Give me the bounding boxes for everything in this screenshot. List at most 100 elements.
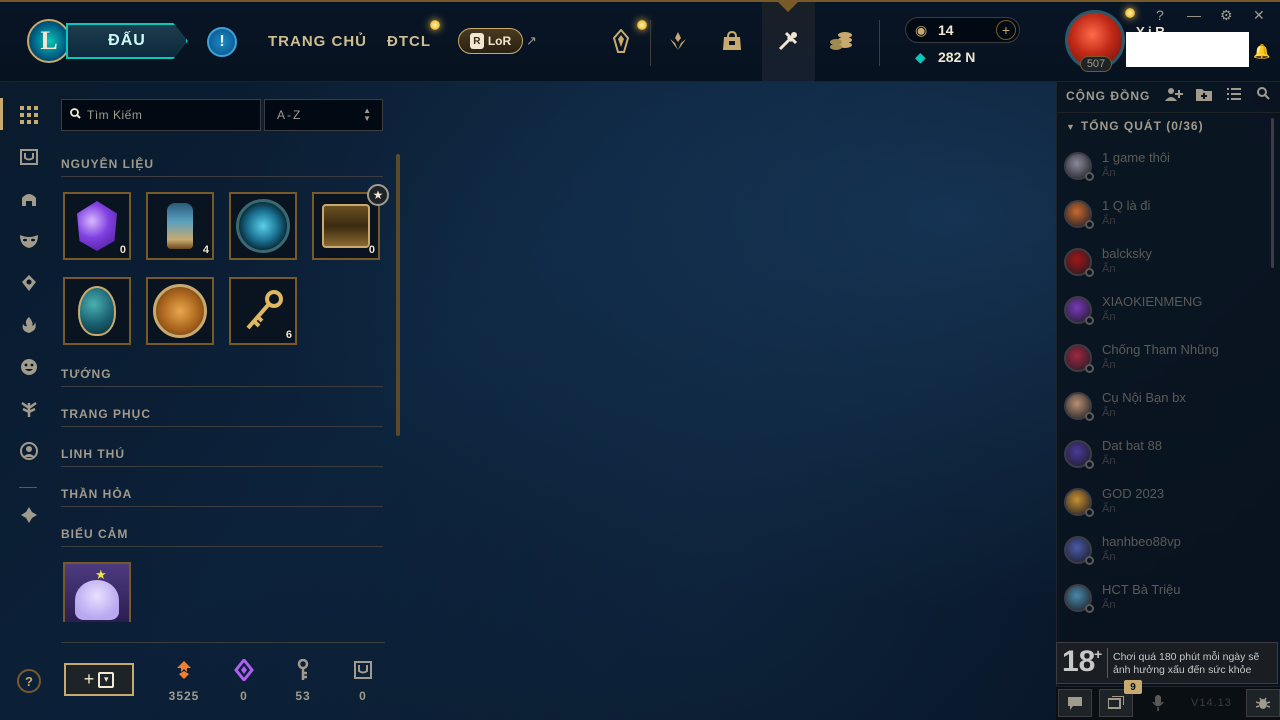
play-button[interactable]: ĐẤU — [66, 23, 188, 59]
chevron-updown-icon: ▲ ▼ — [363, 106, 373, 123]
chest-count-value: 0 — [359, 689, 367, 703]
offline-status-icon — [1085, 412, 1094, 421]
nav-separator — [879, 20, 880, 66]
tree-icon[interactable] — [17, 397, 41, 421]
section-companions[interactable]: LINH THÚ — [61, 447, 383, 467]
close-icon[interactable]: ✕ — [1253, 7, 1265, 24]
mythic-essence-value: 0 — [240, 689, 248, 703]
loot-icon[interactable] — [771, 24, 805, 58]
friend-row[interactable]: balcksky Ẩn — [1062, 246, 1262, 290]
gemstone-item[interactable]: 0 — [63, 192, 131, 260]
friend-row[interactable]: XIAOKIENMENG Ẩn — [1062, 294, 1262, 338]
nav-home-link[interactable]: TRANG CHỦ — [268, 33, 367, 50]
egg-item[interactable] — [63, 277, 131, 345]
section-emotes[interactable]: BIỂU CẢM — [61, 527, 383, 547]
friend-row[interactable]: Chống Tham Nhũng Ẩn — [1062, 342, 1262, 386]
chat-icon[interactable] — [1058, 689, 1092, 717]
section-ward-skins[interactable]: THẦN HỎA — [61, 487, 383, 507]
list-view-icon[interactable] — [1227, 87, 1241, 103]
rail-active-indicator — [0, 98, 3, 130]
orb-item[interactable] — [146, 277, 214, 345]
help-window-button[interactable]: ? — [1156, 7, 1164, 23]
settings-gear-icon[interactable]: ⚙ — [1220, 7, 1233, 24]
friend-list-scrollbar[interactable] — [1271, 118, 1274, 268]
friend-name: balcksky — [1102, 246, 1152, 261]
section-materials[interactable]: NGUYÊN LIỆU — [61, 157, 383, 177]
minimize-button[interactable]: — — [1187, 7, 1201, 23]
friend-row[interactable]: HCT Bà Triệu Ẩn — [1062, 582, 1262, 626]
emote-item[interactable]: ★ — [63, 562, 131, 622]
chevron-down-icon: ▼ — [1066, 122, 1076, 132]
friend-row[interactable]: 1 game thôi Ẩn — [1062, 150, 1262, 194]
friend-name: XIAOKIENMENG — [1102, 294, 1203, 309]
key-item[interactable]: 6 — [229, 277, 297, 345]
group-label: TỔNG QUÁT (0/36) — [1080, 119, 1204, 133]
bell-icon[interactable]: 🔔 — [1253, 43, 1270, 60]
search-icon — [70, 106, 81, 124]
challenge-icon[interactable] — [661, 24, 695, 58]
help-icon[interactable]: ? — [17, 669, 41, 693]
mask-icon[interactable] — [17, 229, 41, 253]
mic-icon[interactable] — [1141, 689, 1175, 717]
chest-icon[interactable] — [17, 145, 41, 169]
friend-row[interactable]: Cụ Nội Bạn bx Ẩn — [1062, 390, 1262, 434]
search-icon[interactable] — [1257, 87, 1270, 103]
friend-row[interactable]: Dat bat 88 Ẩn — [1062, 438, 1262, 482]
bug-report-icon[interactable] — [1246, 689, 1280, 717]
lor-button[interactable]: R LoR — [458, 28, 523, 54]
offline-status-icon — [1085, 364, 1094, 373]
offline-status-icon — [1085, 316, 1094, 325]
orange-essence-value: 3525 — [168, 689, 200, 703]
sort-select[interactable]: A-Z ▲ ▼ — [264, 99, 383, 131]
notification-dot-icon — [637, 20, 647, 30]
age-rating-plus: + — [1094, 646, 1103, 662]
add-chest-button[interactable]: + ▾ — [64, 663, 134, 696]
item-count: 6 — [285, 329, 292, 341]
chest-count-icon — [351, 658, 375, 682]
notification-dot-icon — [430, 20, 440, 30]
plus-icon: + — [83, 669, 95, 689]
helmet-icon[interactable] — [17, 187, 41, 211]
flame-icon[interactable] — [17, 313, 41, 337]
search-input[interactable] — [87, 108, 247, 122]
mythic-essence-icon — [232, 658, 256, 682]
section-champions[interactable]: TƯỚNG — [61, 367, 383, 387]
add-folder-icon[interactable] — [1196, 87, 1212, 104]
alert-icon[interactable]: ! — [207, 27, 237, 57]
search-input-container[interactable] — [61, 99, 261, 131]
friend-status-text: Ẩn — [1102, 359, 1116, 371]
age-rating-mark: 18 — [1062, 645, 1096, 678]
add-friend-icon[interactable] — [1165, 87, 1183, 104]
sort-value: A-Z — [277, 108, 303, 122]
friend-name: Chống Tham Nhũng — [1102, 342, 1219, 357]
nav-separator — [650, 20, 651, 66]
section-skins[interactable]: TRANG PHỤC — [61, 407, 383, 427]
profile-icon[interactable] — [17, 439, 41, 463]
notification-count-badge: 9 — [1124, 680, 1142, 694]
friend-status-text: Ẩn — [1102, 599, 1116, 611]
friend-group-header[interactable]: ▼ TỔNG QUÁT (0/36) — [1066, 119, 1204, 133]
emote-icon[interactable] — [17, 355, 41, 379]
map-icon[interactable] — [17, 503, 41, 527]
league-logo-icon[interactable]: L — [27, 19, 71, 63]
inventory-scrollbar[interactable] — [396, 154, 400, 436]
ward-icon[interactable] — [17, 271, 41, 295]
friend-name: Dat bat 88 — [1102, 438, 1162, 453]
grid-icon[interactable] — [17, 103, 41, 127]
add-rp-button[interactable]: + — [996, 20, 1016, 40]
friend-row[interactable]: hanhbeo88vp Ẩn — [1062, 534, 1262, 578]
social-divider — [1056, 112, 1280, 113]
lantern-item[interactable]: 4 — [146, 192, 214, 260]
friend-row[interactable]: GOD 2023 Ẩn — [1062, 486, 1262, 530]
friend-status-text: Ẩn — [1102, 407, 1116, 419]
currency-icon[interactable] — [825, 24, 859, 58]
mastery-token-item[interactable] — [229, 192, 297, 260]
friend-name: 1 Q là đi — [1102, 198, 1151, 213]
friend-row[interactable]: 1 Q là đi Ẩn — [1062, 198, 1262, 242]
nav-tft-link[interactable]: ĐTCL — [387, 33, 431, 50]
item-count: 4 — [202, 244, 209, 256]
offline-status-icon — [1085, 172, 1094, 181]
star-badge-icon: ★ — [367, 184, 389, 206]
crystal-icon[interactable] — [604, 24, 638, 58]
store-icon[interactable] — [715, 24, 749, 58]
